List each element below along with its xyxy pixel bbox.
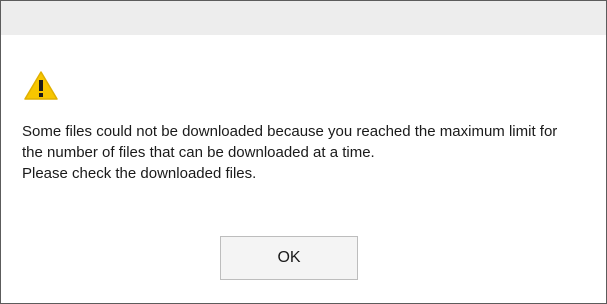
dialog-title-bar <box>1 1 606 35</box>
message-line: Please check the downloaded files. <box>22 165 257 182</box>
message-line: the number of files that can be download… <box>22 144 375 161</box>
warning-icon <box>23 70 59 101</box>
download-limit-dialog: Some files could not be downloaded becau… <box>0 0 607 304</box>
message-line: Some files could not be downloaded becau… <box>22 123 558 140</box>
dialog-message: Some files could not be downloaded becau… <box>22 121 592 184</box>
ok-button[interactable]: OK <box>220 236 358 280</box>
